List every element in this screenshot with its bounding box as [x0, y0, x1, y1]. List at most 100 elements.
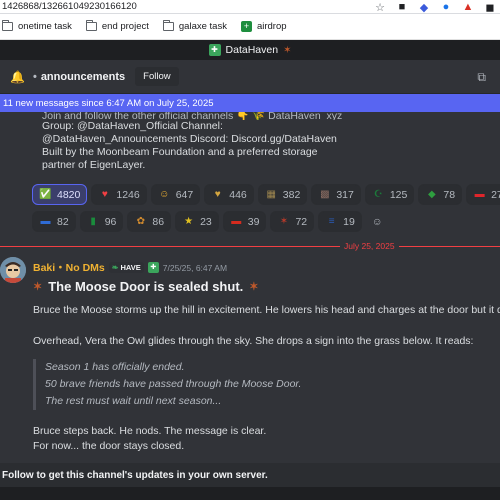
reaction-button[interactable]: ♥ 446 — [204, 184, 254, 205]
channel-name[interactable]: • announcements — [33, 71, 125, 83]
previous-message-text: Join and follow the other official chann… — [42, 112, 482, 172]
channel-name-text: announcements — [40, 70, 126, 83]
extension-icon-1[interactable]: ■ — [396, 1, 408, 13]
follow-channel-banner: Follow to get this channel's updates in … — [0, 463, 500, 487]
url-text[interactable]: 1426868/1326610492301661​20 — [0, 1, 330, 12]
extension-icon-5[interactable]: ◼ — [484, 2, 496, 14]
avatar-image — [0, 257, 26, 283]
channel-header: 🔔 • announcements Follow ⧉ — [0, 60, 500, 94]
message-paragraph: Bruce the Moose storms up the hill in ex… — [33, 304, 500, 316]
moose-icon: ✶ — [283, 44, 292, 56]
previous-message-cut-line: Join and follow the other official chann… — [42, 112, 343, 120]
reaction-button[interactable]: ≡ 19 — [318, 211, 362, 232]
reaction-button[interactable]: ♥ 1246 — [91, 184, 147, 205]
heart-emoji: ♥ — [101, 189, 108, 200]
reactions-row: ▬ 82 ▮ 96 ✿ 86 ★ 23 ▬ 39 ✶ 72 ≡ 19 ☺ — [32, 211, 500, 232]
reaction-count: 1246 — [116, 188, 140, 201]
bookmark-label: end project — [101, 21, 149, 32]
threads-icon[interactable]: ⧉ — [477, 70, 486, 85]
bookmark-item[interactable]: galaxe task — [162, 20, 227, 32]
reaction-button[interactable]: ▩ 317 — [311, 184, 361, 205]
reaction-button[interactable]: ▮ 96 — [79, 211, 124, 232]
server-app-icon: ✚ — [208, 44, 221, 56]
previous-message-line: Group: @DataHaven_Official Channel: — [42, 120, 223, 132]
flag-indonesia-emoji: ▬ — [474, 189, 485, 200]
browser-url-bar[interactable]: 1426868/1326610492301661​20 ☆ ■ ◆ ● ▲ ◼ — [0, 0, 500, 14]
author-name[interactable]: Baki・No DMs — [33, 260, 105, 275]
message-paragraph: For now... the door stays closed. — [33, 440, 185, 452]
reaction-count: 19 — [343, 215, 355, 228]
star-icon[interactable]: ☆ — [374, 2, 386, 14]
reaction-button[interactable]: ☪ 125 — [364, 184, 415, 205]
reaction-count: 125 — [389, 188, 408, 201]
previous-message-line: partner of EigenLayer. — [42, 159, 146, 171]
message-headline: ✶ The Moose Door is sealed shut. ✶ — [33, 279, 258, 294]
message-timestamp: 7/25/25, 6:47 AM — [162, 262, 228, 273]
bookmark-label: onetime task — [18, 21, 72, 32]
bookmark-item[interactable]: end project — [85, 20, 149, 32]
reaction-count: 23 — [200, 215, 212, 228]
reaction-button[interactable]: ✶ 72 — [270, 211, 315, 232]
reaction-button[interactable]: ★ 23 — [175, 211, 219, 232]
extension-toolbar: ☆ ■ ◆ ● ▲ ◼ — [374, 0, 496, 14]
message-paragraph: Overhead, Vera the Owl glides through th… — [33, 335, 474, 347]
bookmark-label: galaxe task — [178, 21, 227, 32]
reaction-count: 78 — [443, 188, 456, 201]
reaction-count: 72 — [295, 215, 308, 228]
reaction-count: 317 — [336, 188, 354, 201]
reaction-count: 82 — [57, 215, 69, 228]
face-emoji: ☺ — [159, 189, 170, 200]
reaction-button[interactable]: ▬ 270 — [466, 184, 500, 205]
extension-icon-3[interactable]: ● — [440, 1, 452, 13]
pattern-emoji: ▩ — [320, 189, 330, 200]
acorn-emoji: ✿ — [136, 216, 146, 227]
reaction-button[interactable]: ▬ 39 — [222, 211, 267, 232]
bookmarks-bar: onetime task end project galaxe task + airdr… — [0, 14, 500, 40]
reactions: ✅ 4820 ♥ 1246 ☺ 647 ♥ 446 ▦ 382 ▩ 317 ☪ 125 ◆ 78 ▬ 270 ▬ 8… — [32, 184, 500, 238]
bookmark-item[interactable]: + airdrop — [240, 21, 287, 32]
flag-nigeria-emoji: ▮ — [90, 216, 96, 227]
app-badge-icon: ✚ — [147, 262, 159, 273]
server-title-bar: ✚ DataHaven ✶ — [0, 40, 500, 60]
date-divider — [0, 246, 500, 247]
moose-icon: ✶ — [249, 281, 259, 293]
extension-icon-2[interactable]: ◆ — [418, 2, 430, 14]
reaction-button[interactable]: ✅ 4820 — [32, 184, 88, 205]
reaction-button[interactable]: ✿ 86 — [127, 211, 172, 232]
reaction-button[interactable]: ◆ 78 — [418, 184, 463, 205]
reaction-count: 4820 — [57, 188, 81, 201]
new-messages-bar[interactable]: 11 new messages since 6:47 AM on July 25… — [0, 94, 500, 112]
reaction-button[interactable]: ▦ 382 — [257, 184, 308, 205]
reaction-count: 86 — [152, 215, 165, 228]
reaction-button[interactable]: ▬ 82 — [32, 211, 76, 232]
bookmark-item[interactable]: onetime task — [2, 20, 72, 32]
follow-button[interactable]: Follow — [135, 67, 179, 86]
moose-emoji: ▦ — [266, 189, 276, 200]
moose-antler-emoji: ✶ — [279, 216, 289, 227]
server-tag[interactable]: ❧ HAVE — [108, 262, 144, 273]
flag-myanmar-emoji: ★ — [184, 216, 194, 227]
avatar[interactable] — [0, 257, 26, 283]
reaction-button[interactable]: ☺ 647 — [150, 184, 201, 205]
reactions-row: ✅ 4820 ♥ 1246 ☺ 647 ♥ 446 ▦ 382 ▩ 317 ☪ 125 ◆ 78 ▬ 270 — [32, 184, 500, 205]
message-header: Baki・No DMs ❧ HAVE ✚ 7/25/25, 6:47 AM — [33, 260, 227, 275]
moose-icon: ✶ — [33, 281, 43, 293]
flag-russia-emoji: ▬ — [231, 216, 242, 227]
add-reaction-icon[interactable]: ☺ — [366, 211, 389, 232]
flag-pakistan-emoji: ☪ — [373, 189, 383, 200]
date-divider-label: July 25, 2025 — [340, 241, 399, 251]
reaction-count: 96 — [104, 215, 117, 228]
flag-ukraine-emoji: ▬ — [40, 216, 51, 227]
dot-separator: • — [32, 70, 37, 83]
extension-icon-4[interactable]: ▲ — [462, 1, 474, 13]
quote-line: The rest must wait until next season... — [45, 395, 222, 407]
flag-brazil-emoji: ◆ — [428, 189, 436, 200]
folder-icon — [85, 20, 97, 31]
hands-heart-emoji: ♥ — [214, 189, 221, 200]
quote-line: Season 1 has officially ended. — [45, 361, 185, 373]
bookmark-label: airdrop — [256, 21, 287, 32]
folder-icon — [162, 20, 174, 31]
reaction-count: 382 — [282, 188, 301, 201]
server-name: DataHaven — [225, 44, 279, 56]
reaction-count: 446 — [229, 188, 247, 201]
